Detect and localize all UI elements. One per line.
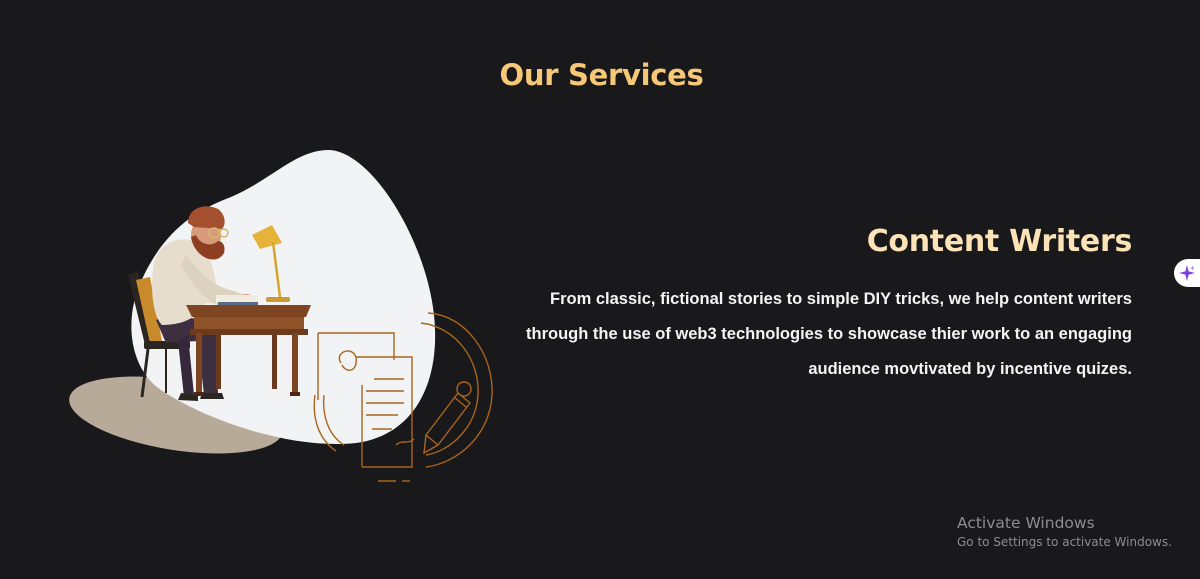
section-title: Our Services (499, 58, 704, 92)
watermark-title: Activate Windows (957, 514, 1095, 532)
sparkle-assistant-button[interactable] (1174, 259, 1200, 287)
sparkle-icon (1179, 265, 1195, 281)
content-writer-illustration (66, 145, 506, 490)
service-description: From classic, fictional stories to simpl… (526, 290, 1132, 378)
watermark-subtitle: Go to Settings to activate Windows. (957, 535, 1172, 549)
service-heading: Content Writers (866, 224, 1133, 259)
services-page: Our Services Content Writers From classi… (0, 0, 1200, 579)
windows-activation-watermark: Activate Windows Go to Settings to activ… (957, 513, 1172, 551)
